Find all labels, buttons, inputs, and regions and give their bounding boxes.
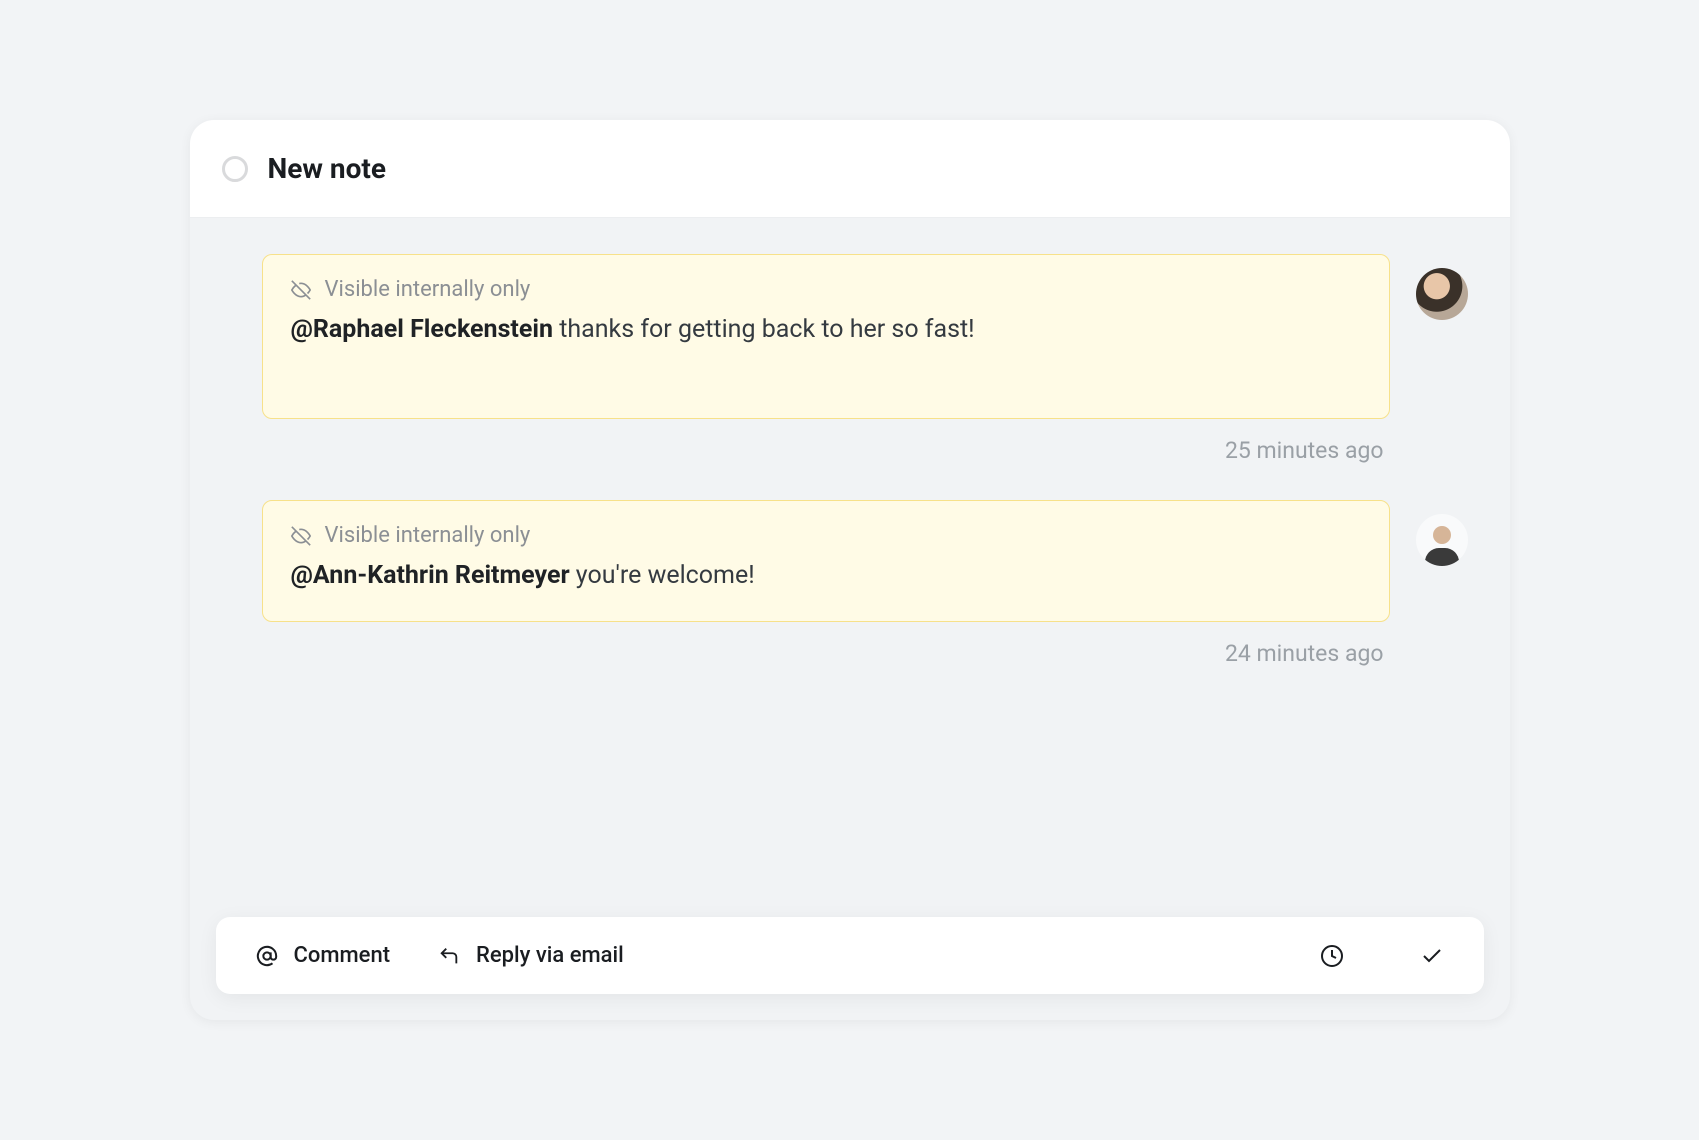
timestamp-row: 24 minutes ago xyxy=(190,622,1510,703)
mention[interactable]: @Ann-Kathrin Reitmeyer xyxy=(291,561,570,590)
note-row: Visible internally only @Ann-Kathrin Rei… xyxy=(190,500,1510,622)
check-icon xyxy=(1420,944,1444,968)
note-timestamp: 24 minutes ago xyxy=(1225,640,1384,667)
visibility-text: Visible internally only xyxy=(325,277,531,302)
status-indicator-circle xyxy=(222,156,248,182)
note-body: @Ann-Kathrin Reitmeyer you're welcome! xyxy=(291,558,1361,593)
note-timestamp: 25 minutes ago xyxy=(1225,437,1384,464)
note-row: Visible internally only @Raphael Flecken… xyxy=(190,254,1510,419)
note-thread-panel: New note Visible internally only @Raphae… xyxy=(190,120,1510,1020)
at-icon xyxy=(256,945,278,967)
avatar[interactable] xyxy=(1416,268,1468,320)
timestamp-row: 25 minutes ago xyxy=(190,419,1510,500)
confirm-button[interactable] xyxy=(1420,944,1444,968)
comment-label: Comment xyxy=(294,943,391,968)
thread-header: New note xyxy=(190,120,1510,218)
comment-button[interactable]: Comment xyxy=(256,943,391,968)
eye-off-icon xyxy=(291,526,311,546)
thread-title: New note xyxy=(268,152,387,185)
note-message: you're welcome! xyxy=(570,561,755,590)
clock-icon xyxy=(1320,944,1344,968)
reply-email-button[interactable]: Reply via email xyxy=(438,943,624,968)
schedule-button[interactable] xyxy=(1320,944,1344,968)
mention[interactable]: @Raphael Fleckenstein xyxy=(291,315,554,344)
internal-note-card[interactable]: Visible internally only @Ann-Kathrin Rei… xyxy=(262,500,1390,622)
visibility-text: Visible internally only xyxy=(325,523,531,548)
reply-arrow-icon xyxy=(438,945,460,967)
composer-bar: Comment Reply via email xyxy=(216,917,1484,994)
visibility-badge: Visible internally only xyxy=(291,277,1361,302)
note-message: thanks for getting back to her so fast! xyxy=(553,315,975,344)
thread-scroll-area: Visible internally only @Raphael Flecken… xyxy=(190,218,1510,917)
avatar[interactable] xyxy=(1416,514,1468,566)
visibility-badge: Visible internally only xyxy=(291,523,1361,548)
note-body: @Raphael Fleckenstein thanks for getting… xyxy=(291,312,1361,347)
internal-note-card[interactable]: Visible internally only @Raphael Flecken… xyxy=(262,254,1390,419)
eye-off-icon xyxy=(291,280,311,300)
reply-email-label: Reply via email xyxy=(476,943,624,968)
